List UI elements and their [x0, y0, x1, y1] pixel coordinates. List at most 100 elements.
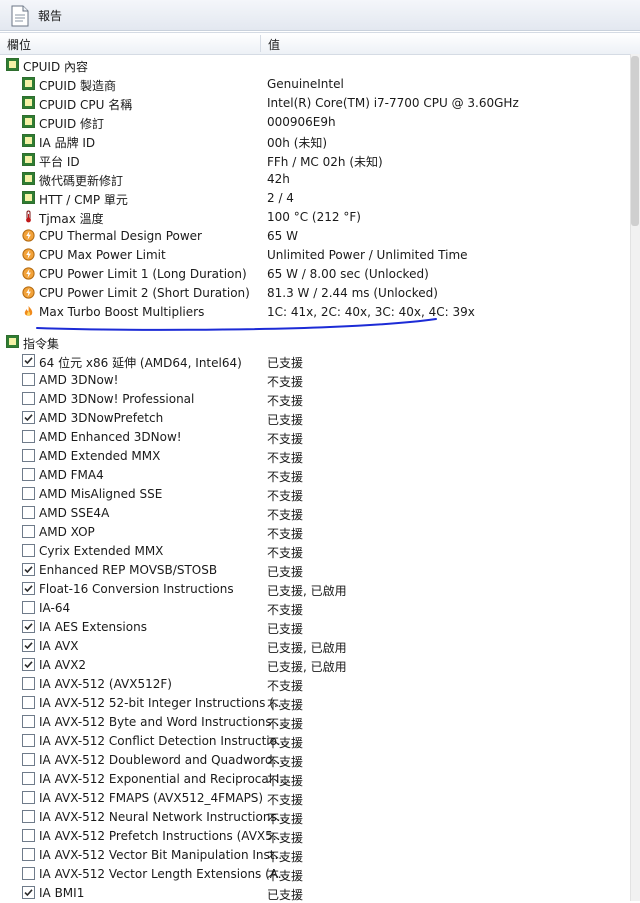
report-row[interactable]: IA AVX-512 (AVX512F) 不支援	[0, 675, 630, 694]
report-row[interactable]: IA AVX-512 Doubleword and Quadword... 不支援	[0, 751, 630, 770]
report-row[interactable]: IA 品牌 ID 00h (未知)	[0, 132, 630, 151]
report-row[interactable]: Max Turbo Boost Multipliers 1C: 41x, 2C: …	[0, 303, 630, 322]
checkbox-unchecked[interactable]	[22, 430, 35, 443]
report-row[interactable]: 64 位元 x86 延伸 (AMD64, Intel64) 已支援	[0, 352, 630, 371]
checkbox-checked[interactable]	[22, 563, 35, 576]
checkbox-unchecked[interactable]	[22, 487, 35, 500]
report-row[interactable]: HTT / CMP 單元 2 / 4	[0, 189, 630, 208]
column-header-value[interactable]: 值	[268, 36, 280, 53]
field-value: 不支援	[267, 850, 304, 864]
field-label: IA AVX2	[39, 658, 87, 672]
report-row[interactable]: AMD 3DNowPrefetch 已支援	[0, 409, 630, 428]
checkbox-checked[interactable]	[22, 639, 35, 652]
checkbox-unchecked[interactable]	[22, 772, 35, 785]
report-row[interactable]: AMD MisAligned SSE 不支援	[0, 485, 630, 504]
checkbox-unchecked[interactable]	[22, 810, 35, 823]
report-row[interactable]: 平台 ID FFh / MC 02h (未知)	[0, 151, 630, 170]
field-value: 已支援, 已啟用	[267, 584, 347, 598]
report-row[interactable]: IA AES Extensions 已支援	[0, 618, 630, 637]
report-row[interactable]: CPU Thermal Design Power 65 W	[0, 227, 630, 246]
report-row[interactable]: CPUID CPU 名稱 Intel(R) Core(TM) i7-7700 CP…	[0, 94, 630, 113]
field-value: 65 W / 8.00 sec (Unlocked)	[267, 267, 429, 281]
checkbox-unchecked[interactable]	[22, 468, 35, 481]
scrollbar-thumb[interactable]	[631, 56, 639, 226]
section-header[interactable]: 指令集	[0, 333, 630, 352]
field-value: 已支援	[267, 622, 304, 636]
field-value: 已支援, 已啟用	[267, 660, 347, 674]
report-row[interactable]: IA AVX 已支援, 已啟用	[0, 637, 630, 656]
checkbox-unchecked[interactable]	[22, 373, 35, 386]
checkbox-unchecked[interactable]	[22, 677, 35, 690]
report-row[interactable]: IA AVX-512 Prefetch Instructions (AVX5..…	[0, 827, 630, 846]
report-row[interactable]: CPUID 製造商 GenuineIntel	[0, 75, 630, 94]
checkbox-unchecked[interactable]	[22, 449, 35, 462]
report-row[interactable]: Float-16 Conversion Instructions 已支援, 已啟用	[0, 580, 630, 599]
checkbox-checked[interactable]	[22, 658, 35, 671]
checkbox-unchecked[interactable]	[22, 867, 35, 880]
report-row[interactable]: Tjmax 溫度 100 °C (212 °F)	[0, 208, 630, 227]
checkbox-unchecked[interactable]	[22, 753, 35, 766]
field-value: 000906E9h	[267, 115, 336, 129]
field-value: 81.3 W / 2.44 ms (Unlocked)	[267, 286, 438, 300]
checkbox-unchecked[interactable]	[22, 544, 35, 557]
field-label: IA AVX-512 FMAPS (AVX512_4FMAPS)	[39, 791, 264, 805]
checkbox-checked[interactable]	[22, 886, 35, 899]
checkbox-checked[interactable]	[22, 620, 35, 633]
report-row[interactable]: AMD 3DNow! Professional 不支援	[0, 390, 630, 409]
column-header-field[interactable]: 欄位	[7, 36, 31, 53]
report-row[interactable]: IA AVX-512 FMAPS (AVX512_4FMAPS) 不支援	[0, 789, 630, 808]
checkbox-unchecked[interactable]	[22, 829, 35, 842]
report-row[interactable]: CPU Power Limit 2 (Short Duration) 81.3 W…	[0, 284, 630, 303]
field-label: IA BMI1	[39, 886, 85, 900]
report-row[interactable]: AMD Extended MMX 不支援	[0, 447, 630, 466]
report-row[interactable]: IA AVX-512 Vector Bit Manipulation Inst.…	[0, 846, 630, 865]
chip-icon	[6, 335, 19, 348]
report-row[interactable]: IA AVX2 已支援, 已啟用	[0, 656, 630, 675]
section-title: 指令集	[23, 337, 60, 351]
report-row[interactable]: IA AVX-512 Neural Network Instructions..…	[0, 808, 630, 827]
report-row[interactable]: 微代碼更新修訂 42h	[0, 170, 630, 189]
checkbox-checked[interactable]	[22, 582, 35, 595]
report-row[interactable]: IA BMI1 已支援	[0, 884, 630, 903]
field-label: IA AVX-512 Neural Network Instructions..…	[39, 810, 289, 824]
report-row[interactable]: AMD SSE4A 不支援	[0, 504, 630, 523]
field-value: 已支援	[267, 888, 304, 902]
section-header[interactable]: CPUID 內容	[0, 56, 630, 75]
checkbox-unchecked[interactable]	[22, 506, 35, 519]
field-value: 不支援	[267, 489, 304, 503]
report-row[interactable]: IA-64 不支援	[0, 599, 630, 618]
checkbox-unchecked[interactable]	[22, 392, 35, 405]
field-label: IA-64	[39, 601, 71, 615]
checkbox-unchecked[interactable]	[22, 525, 35, 538]
report-row[interactable]: Cyrix Extended MMX 不支援	[0, 542, 630, 561]
checkbox-unchecked[interactable]	[22, 696, 35, 709]
report-row[interactable]: AMD 3DNow! 不支援	[0, 371, 630, 390]
report-row[interactable]: AMD XOP 不支援	[0, 523, 630, 542]
report-row[interactable]: IA AVX-512 Conflict Detection Instructio…	[0, 732, 630, 751]
report-row[interactable]: CPUID 修訂 000906E9h	[0, 113, 630, 132]
checkbox-unchecked[interactable]	[22, 734, 35, 747]
checkbox-unchecked[interactable]	[22, 715, 35, 728]
checkmark-icon	[24, 889, 33, 897]
checkbox-unchecked[interactable]	[22, 848, 35, 861]
field-value: 已支援	[267, 356, 304, 370]
field-label: CPU Power Limit 2 (Short Duration)	[39, 286, 250, 300]
report-row[interactable]: Enhanced REP MOVSB/STOSB 已支援	[0, 561, 630, 580]
report-row[interactable]: IA AVX-512 Exponential and Reciprocal I.…	[0, 770, 630, 789]
report-row[interactable]: AMD FMA4 不支援	[0, 466, 630, 485]
field-label: Enhanced REP MOVSB/STOSB	[39, 563, 218, 577]
report-row[interactable]: CPU Max Power Limit Unlimited Power / Unl…	[0, 246, 630, 265]
checkbox-checked[interactable]	[22, 411, 35, 424]
report-row[interactable]: IA AVX-512 Byte and Word Instructions ..…	[0, 713, 630, 732]
field-value: GenuineIntel	[267, 77, 344, 91]
report-row[interactable]: AMD Enhanced 3DNow! 不支援	[0, 428, 630, 447]
checkbox-unchecked[interactable]	[22, 791, 35, 804]
checkbox-unchecked[interactable]	[22, 601, 35, 614]
report-row[interactable]: IA AVX-512 Vector Length Extensions (A..…	[0, 865, 630, 884]
column-divider[interactable]	[260, 35, 261, 52]
field-label: AMD Enhanced 3DNow!	[39, 430, 182, 444]
report-row[interactable]: CPU Power Limit 1 (Long Duration) 65 W / …	[0, 265, 630, 284]
checkbox-checked[interactable]	[22, 354, 35, 367]
report-row[interactable]: IA AVX-512 52-bit Integer Instructions (…	[0, 694, 630, 713]
field-value: 不支援	[267, 470, 304, 484]
